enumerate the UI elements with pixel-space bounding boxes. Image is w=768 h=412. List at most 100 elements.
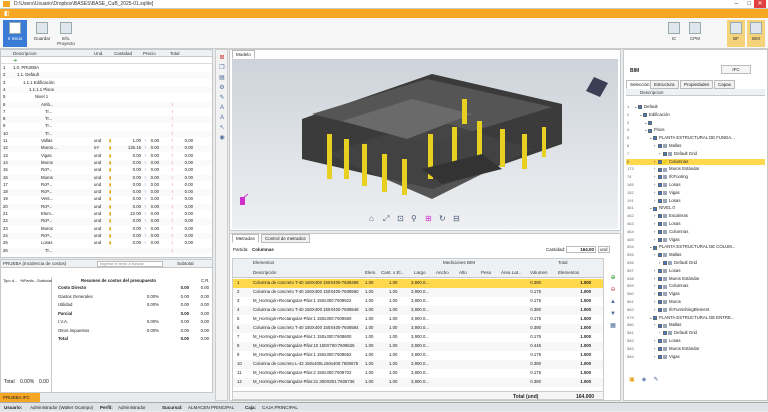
expander-icon[interactable]: ›: [654, 143, 655, 150]
bim-tree-item[interactable]: 464 › Columnas: [626, 229, 765, 236]
expander-icon[interactable]: ›: [654, 346, 655, 353]
tools-icon[interactable]: ✎: [652, 376, 660, 384]
metrados-row[interactable]: 2 Columna de concreto T-40 150X400 150X40…: [233, 288, 603, 297]
checkbox[interactable]: [658, 198, 662, 203]
home-view-icon[interactable]: ⌂: [369, 214, 374, 223]
bim-tree-item[interactable]: 173 › Muros Estándar: [626, 166, 765, 173]
arrow-up-icon[interactable]: ▲: [609, 298, 617, 306]
checkbox[interactable]: [658, 300, 662, 305]
unit-select[interactable]: und: [598, 246, 610, 253]
expander-icon[interactable]: ›: [654, 322, 655, 329]
bim-tree-item[interactable]: 5 ⌄ PLANTA ESTRUCTURAL DE FUNDA...: [626, 135, 765, 142]
bim-tree-item[interactable]: 2 ⌄ Edificación: [626, 112, 765, 119]
checkbox[interactable]: [658, 284, 662, 289]
expander-icon[interactable]: ›: [654, 213, 655, 220]
metrados-row[interactable]: 11 M_Hormigón-Rectangular-Pilar:2 150x300…: [233, 369, 603, 378]
zoom-window-icon[interactable]: ⊡: [397, 214, 404, 223]
col-unit[interactable]: Und.: [94, 51, 104, 56]
bim-tree-item[interactable]: 462 › Escaleras: [626, 213, 765, 220]
grid-icon[interactable]: ▦: [609, 322, 617, 330]
checkbox[interactable]: [648, 128, 652, 133]
checkbox[interactable]: [653, 315, 657, 320]
col-cant-el[interactable]: Cant. x El...: [381, 270, 404, 275]
metrados-row[interactable]: 6 Columna de concreto T-40 150X400 150X40…: [233, 324, 603, 333]
checkbox[interactable]: [658, 253, 662, 258]
expander-icon[interactable]: ›: [659, 330, 660, 337]
expander-icon[interactable]: ›: [654, 354, 655, 361]
tab-model[interactable]: Modelo: [232, 50, 255, 59]
tab-metrados[interactable]: Metrados: [232, 234, 259, 243]
delete-icon[interactable]: ⊠: [218, 54, 226, 62]
metrados-row[interactable]: 9 M_Hormigón-Rectangular-Pilar:1 150x300:…: [233, 351, 603, 360]
add-icon[interactable]: ⊕: [609, 274, 617, 282]
budget-row[interactable]: 17 RcP... und 0.00 0.00 0.00 ↑ ▮ ↑: [1, 182, 212, 189]
bim-tree-item[interactable]: 561 › Muros: [626, 299, 765, 306]
bim-tree-item[interactable]: 582 › Losas: [626, 338, 765, 345]
3d-viewport[interactable]: ⌂ ⤢ ⊡ ⚲ ⊞ ↻ ⊟: [232, 59, 618, 229]
copy-icon[interactable]: ❐: [218, 64, 226, 72]
budget-row[interactable]: 18 RcP... und 0.00 0.00 0.00 ↑ ▮ ↑: [1, 189, 212, 196]
col-alto[interactable]: Alto: [459, 270, 467, 275]
section-icon[interactable]: ⊟: [453, 214, 460, 223]
checkbox[interactable]: [663, 331, 667, 336]
checkbox[interactable]: [658, 354, 662, 359]
checkbox[interactable]: [638, 105, 642, 110]
expander-icon[interactable]: ›: [654, 252, 655, 259]
expander-icon[interactable]: ›: [654, 291, 655, 298]
checkbox[interactable]: [658, 307, 662, 312]
search-input[interactable]: Ingrese el texto a buscar: [97, 260, 163, 267]
ic-button[interactable]: IC: [665, 20, 683, 47]
col-descripcion[interactable]: Descripción: [253, 270, 277, 275]
budget-row[interactable]: 11 Vallas und 1.00 0.00 0.00 ↑ ▮ ↑: [1, 138, 212, 145]
checkbox[interactable]: [658, 346, 662, 351]
eye-icon[interactable]: ◉: [218, 134, 226, 142]
checkbox[interactable]: [663, 261, 667, 266]
gear-icon[interactable]: ⚙: [218, 84, 226, 92]
budget-row[interactable]: 20 RcP... und 0.00 0.00 0.00 ↑ ▮ ↑: [1, 203, 212, 211]
checkbox[interactable]: [658, 292, 662, 297]
expander-icon[interactable]: ›: [654, 221, 655, 228]
col-total[interactable]: Total: [170, 51, 180, 56]
budget-row[interactable]: 9 Tr... ↑: [1, 123, 212, 130]
home-button[interactable]: Ir Inicio: [3, 20, 27, 47]
checkbox[interactable]: [658, 276, 662, 281]
expander-icon[interactable]: ›: [654, 229, 655, 236]
metrados-row[interactable]: 1 Columna de concreto T-40 150X400 150X40…: [233, 279, 603, 288]
bim-tree-item[interactable]: 556 › Default Grid: [626, 260, 765, 267]
maximize-icon[interactable]: □: [747, 1, 751, 7]
save-button[interactable]: Guardar: [30, 20, 54, 47]
expander-icon[interactable]: ›: [654, 237, 655, 244]
budget-row[interactable]: 15 RcP... und 0.00 0.00 0.00 ↑ ▮ ↑: [1, 167, 212, 174]
bim-tree-item[interactable]: 74 › IfcFooting: [626, 174, 765, 181]
bim-tree-item[interactable]: 583 › Muros Estándar: [626, 346, 765, 353]
budget-row[interactable]: 5 Nivel 1: [1, 94, 212, 101]
bim-tree-item[interactable]: 7 › Default Grid: [626, 151, 765, 158]
bim-tree-item[interactable]: 580 › Mallas: [626, 322, 765, 329]
budget-row[interactable]: 6 Amb... ↑: [1, 101, 212, 108]
tab-propiedades[interactable]: Propiedades: [680, 80, 714, 89]
metrados-row[interactable]: 12 M_Hormigón-Rectangular-Pilar:21 300X80…: [233, 378, 603, 387]
bim-tree-item[interactable]: 465 › Vigas: [626, 237, 765, 244]
budget-row[interactable]: 3 1.1.1 Edificación: [1, 80, 212, 87]
zoom-icon[interactable]: ⚲: [411, 214, 417, 223]
bim-tree-item[interactable]: 562 › IfcFurnishingElement: [626, 307, 765, 314]
checkbox[interactable]: [653, 206, 657, 211]
bim-tree-item[interactable]: 8 › Columnas: [626, 158, 765, 166]
metrados-row[interactable]: 5 M_Hormigón-Rectangular-Pilar:1 150x300:…: [233, 315, 603, 324]
bottom-tab-prueba-ifc[interactable]: PRUEBA IFC: [0, 393, 40, 402]
bim-tree-item[interactable]: 4 ⌄ Pisos: [626, 127, 765, 134]
budget-row[interactable]: 4 1.1.1.1 Pisos: [1, 86, 212, 94]
col-largo[interactable]: Largo: [414, 270, 426, 275]
filter-icon[interactable]: ➔: [13, 58, 17, 64]
expander-icon[interactable]: ›: [654, 268, 655, 275]
budget-row[interactable]: 26 Tr... ↑: [1, 247, 212, 254]
expander-icon[interactable]: ›: [654, 338, 655, 345]
expander-icon[interactable]: ›: [654, 190, 655, 197]
expander-icon[interactable]: ›: [654, 307, 655, 314]
layers-icon[interactable]: ◈: [640, 376, 648, 384]
bim-tree-item[interactable]: 6 › Mallas: [626, 143, 765, 150]
checkbox[interactable]: [658, 159, 662, 164]
budget-row[interactable]: 23 Muros und 0.00 0.00 0.00 ↑ ▮ ↑: [1, 226, 212, 233]
fit-view-icon[interactable]: ⤢: [383, 214, 389, 224]
bf-button[interactable]: BF: [727, 20, 745, 47]
